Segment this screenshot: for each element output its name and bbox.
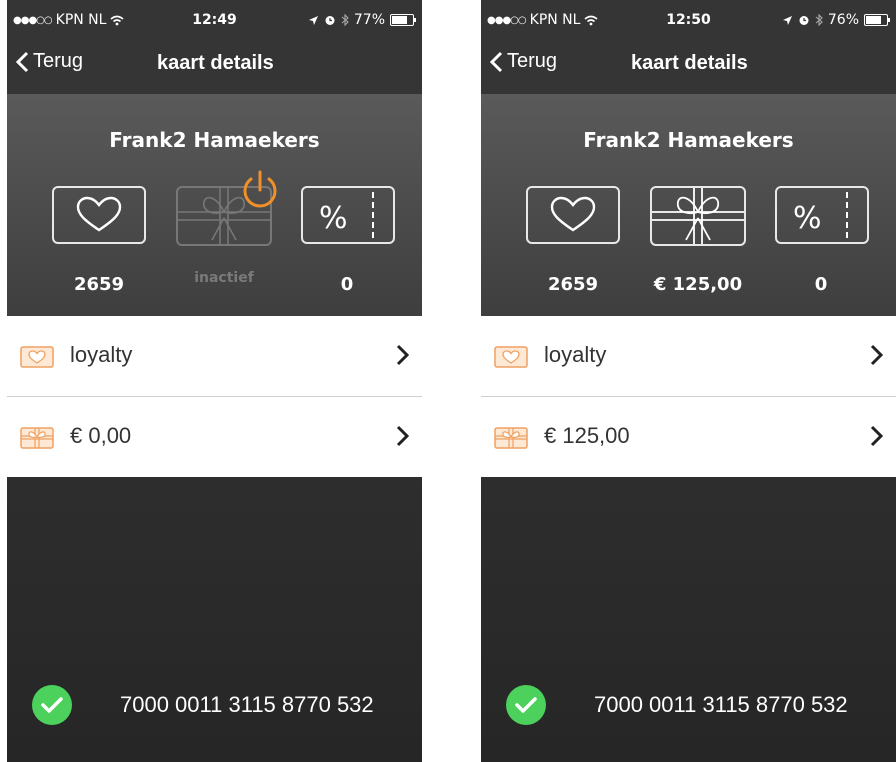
- list-item-gift-card[interactable]: € 0,00: [7, 397, 422, 477]
- card-sections-list: loyalty € 125,00: [481, 316, 896, 477]
- back-button-label: Terug: [33, 50, 84, 72]
- chevron-right-icon: [396, 425, 410, 447]
- user-name: Frank2 Hamaekers: [109, 128, 320, 152]
- page-title: kaart details: [631, 52, 748, 74]
- card-footer: 7000 0011 3115 8770 532: [506, 680, 896, 730]
- card-number: 7000 0011 3115 8770 532: [120, 692, 374, 717]
- battery-percent: 77%: [353, 12, 385, 28]
- status-bar: ●●●○○ KPN NL 12:50 76%: [481, 0, 896, 38]
- chevron-right-icon: [870, 425, 884, 447]
- bluetooth-icon: [815, 14, 823, 26]
- list-item-label: loyalty: [70, 342, 133, 367]
- list-item-loyalty[interactable]: loyalty: [7, 316, 422, 397]
- loyalty-points-value: 2659: [547, 274, 599, 295]
- loyalty-card-icon[interactable]: [52, 186, 146, 244]
- card-sections-list: loyalty € 0,00: [7, 316, 422, 477]
- discount-count: 0: [340, 274, 354, 295]
- location-arrow-icon: [782, 15, 792, 25]
- chevron-right-icon: [870, 344, 884, 366]
- gift-card-icon[interactable]: [650, 186, 746, 246]
- battery-percent: 76%: [827, 12, 859, 28]
- card-header: Frank2 Hamaekers % 2659 € 125,00 0: [481, 94, 896, 316]
- list-item-gift-card[interactable]: € 125,00: [481, 397, 896, 477]
- battery-icon: [864, 14, 890, 26]
- gift-card-status: inactief: [194, 270, 254, 286]
- card-footer: 7000 0011 3115 8770 532: [32, 680, 422, 730]
- discount-count: 0: [814, 274, 828, 295]
- battery-icon: [390, 14, 416, 26]
- svg-text:%: %: [319, 201, 348, 236]
- navigation-bar: Terug kaart details: [481, 38, 896, 94]
- checkmark-icon: [506, 685, 546, 725]
- alarm-icon: [799, 16, 809, 25]
- discount-card-icon[interactable]: %: [775, 186, 869, 244]
- loyalty-card-icon: [494, 346, 528, 368]
- alarm-icon: [325, 16, 335, 25]
- loyalty-points-value: 2659: [73, 274, 125, 295]
- list-item-label: € 125,00: [544, 423, 630, 448]
- loyalty-card-icon[interactable]: [526, 186, 620, 244]
- phone-screen-right: ●●●○○ KPN NL 12:50 76% Terug kaart detai…: [481, 0, 896, 762]
- list-item-loyalty[interactable]: loyalty: [481, 316, 896, 397]
- page-title: kaart details: [157, 52, 274, 74]
- checkmark-icon: [32, 685, 72, 725]
- chevron-left-icon: [15, 51, 29, 72]
- back-button-label: Terug: [507, 50, 558, 72]
- gift-card-icon: [494, 427, 528, 449]
- status-bar: ●●●○○ KPN NL 12:49 77%: [7, 0, 422, 38]
- gift-card-balance: € 125,00: [653, 274, 743, 295]
- chevron-right-icon: [396, 344, 410, 366]
- location-arrow-icon: [308, 15, 318, 25]
- card-number: 7000 0011 3115 8770 532: [594, 692, 848, 717]
- loyalty-card-icon: [20, 346, 54, 368]
- svg-text:%: %: [793, 201, 822, 236]
- gift-card-icon: [20, 427, 54, 449]
- power-icon[interactable]: [237, 168, 283, 214]
- list-item-label: € 0,00: [70, 423, 132, 448]
- list-item-label: loyalty: [544, 342, 607, 367]
- navigation-bar: Terug kaart details: [7, 38, 422, 94]
- back-button[interactable]: Terug: [489, 50, 557, 73]
- discount-card-icon[interactable]: %: [301, 186, 395, 244]
- back-button[interactable]: Terug: [15, 50, 83, 73]
- user-name: Frank2 Hamaekers: [583, 128, 794, 152]
- chevron-left-icon: [489, 51, 503, 72]
- card-header: Frank2 Hamaekers % 2659 inactief 0: [7, 94, 422, 316]
- bluetooth-icon: [341, 14, 349, 26]
- phone-screen-left: ●●●○○ KPN NL 12:49 77% Terug kaart detai…: [7, 0, 422, 762]
